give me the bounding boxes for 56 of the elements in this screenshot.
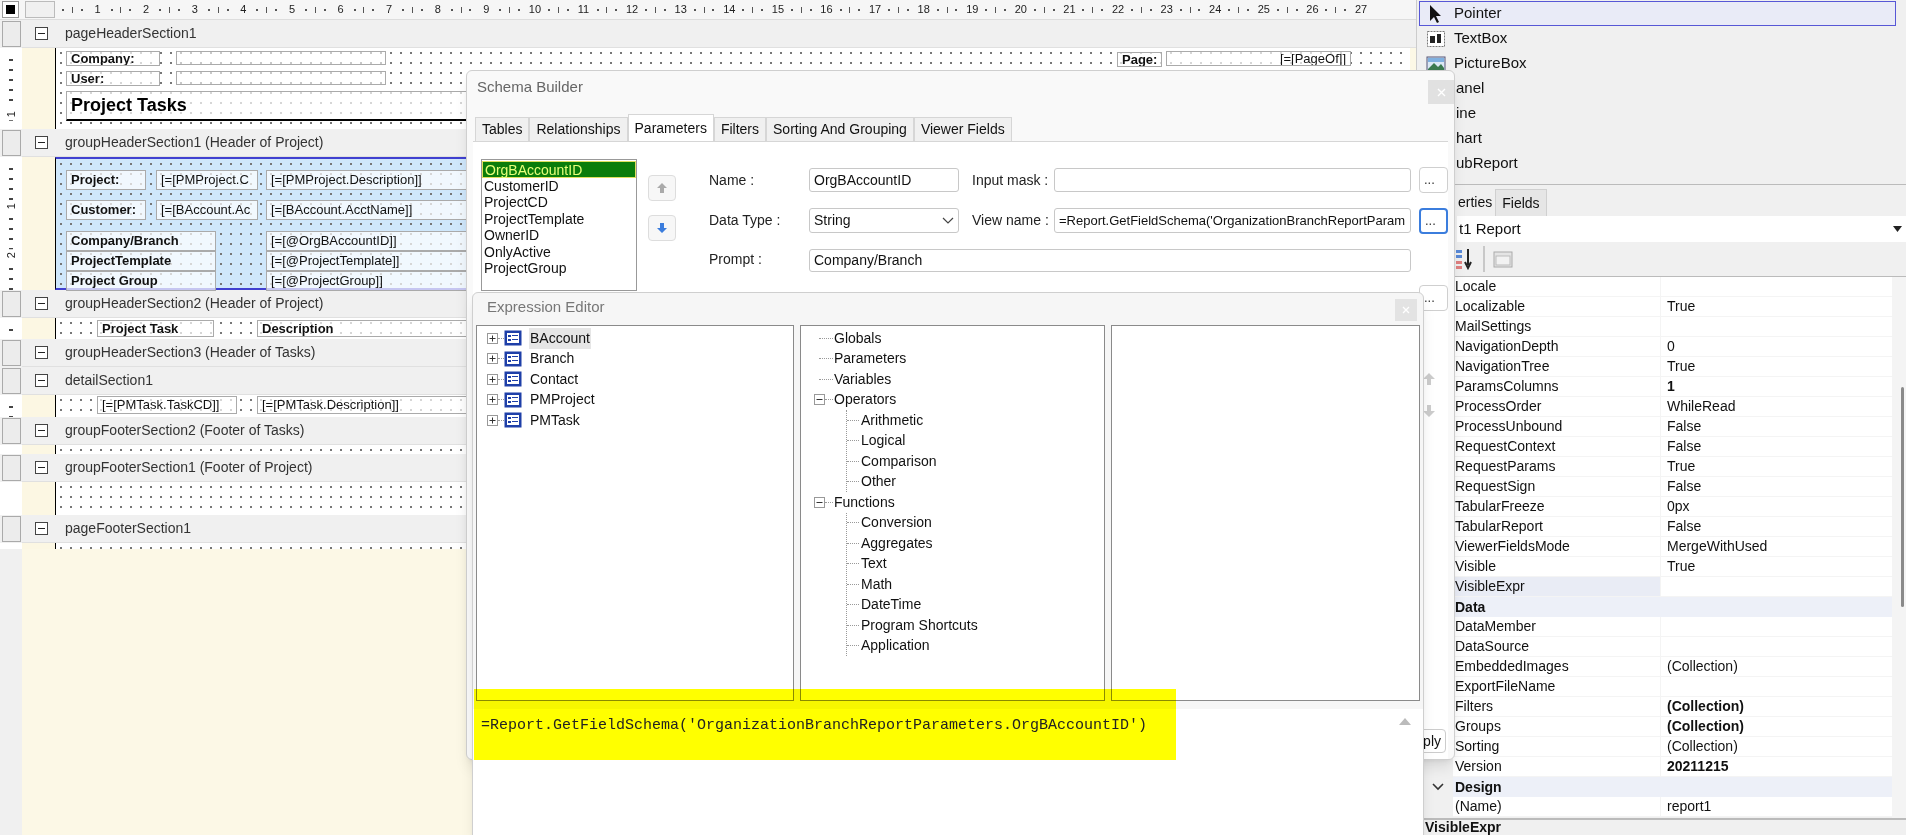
ruler-number: 20 bbox=[1013, 2, 1028, 18]
ruler-number: 2 bbox=[142, 2, 151, 18]
data-field: [=[PMProject.C bbox=[156, 170, 258, 190]
label-text: Customer: bbox=[66, 200, 146, 220]
ruler-number: 27 bbox=[1354, 2, 1368, 18]
label-text: ProjectTemplate bbox=[66, 251, 216, 271]
ruler-number: 18 bbox=[916, 2, 931, 18]
ruler-number: 16 bbox=[819, 2, 834, 18]
ruler-number: 17 bbox=[868, 2, 883, 18]
field-label: Input mask : bbox=[972, 170, 1050, 190]
label-text: Company/Branch bbox=[66, 231, 216, 251]
ruler-number: 11 bbox=[576, 2, 591, 18]
window-title: Expression Editor bbox=[487, 296, 606, 317]
ruler-number: 10 bbox=[527, 2, 542, 18]
section-title: detailSection1 bbox=[65, 371, 153, 390]
section-title: pageHeaderSection1 bbox=[65, 24, 197, 43]
label-text: Project: bbox=[66, 170, 146, 190]
label-text: Page: bbox=[1117, 52, 1162, 67]
ruler-number: 9 bbox=[482, 2, 491, 18]
field-label: Name : bbox=[709, 170, 756, 190]
ruler-number: 24 bbox=[1208, 2, 1223, 18]
section-title: groupFooterSection1 (Footer of Project) bbox=[65, 458, 313, 477]
section-title: pageFooterSection1 bbox=[65, 519, 192, 538]
section-title: groupHeaderSection1 (Header of Project) bbox=[65, 133, 324, 152]
section-title: groupHeaderSection2 (Header of Project) bbox=[65, 294, 324, 313]
ruler-number: 23 bbox=[1159, 2, 1174, 18]
label-text: Project Task bbox=[97, 320, 214, 337]
data-field: [=[PageOf]] bbox=[1166, 51, 1351, 66]
ruler-number: 5 bbox=[287, 2, 296, 18]
ruler-number: 7 bbox=[385, 2, 394, 18]
ruler-number: 14 bbox=[722, 2, 737, 18]
ruler-number: 3 bbox=[190, 2, 199, 18]
field-label: Data Type : bbox=[709, 211, 782, 230]
data-field: [=[PMTask.TaskCD]] bbox=[97, 396, 237, 414]
label-text: Company: bbox=[66, 51, 160, 66]
ruler-number: 26 bbox=[1305, 2, 1320, 18]
ruler-number: 4 bbox=[239, 2, 248, 18]
ruler-number: 22 bbox=[1111, 2, 1126, 18]
field-label: View name : bbox=[972, 211, 1050, 230]
section-title: groupFooterSection2 (Footer of Tasks) bbox=[65, 421, 305, 440]
ruler-number: 25 bbox=[1256, 2, 1271, 18]
field-label: Prompt : bbox=[709, 250, 763, 269]
ruler-number: 1 bbox=[93, 2, 102, 18]
label-text: Project Group bbox=[66, 271, 216, 291]
section-title: groupHeaderSection3 (Header of Tasks) bbox=[65, 343, 316, 362]
expression-text: =Report.GetFieldSchema('OrganizationBranchReportParameters.OrgBAccountID') bbox=[481, 716, 1148, 736]
ruler-number: 19 bbox=[965, 2, 980, 18]
label-text: User: bbox=[66, 71, 160, 86]
property-description: VisibleExpr bbox=[1425, 820, 1501, 835]
ruler-number: 21 bbox=[1062, 2, 1077, 18]
ruler-number: 15 bbox=[770, 2, 785, 18]
ruler-number: 13 bbox=[673, 2, 688, 18]
data-field: [=[BAccount.Ac bbox=[156, 200, 258, 220]
ruler-number: 6 bbox=[336, 2, 345, 18]
ruler-number: 12 bbox=[625, 2, 640, 18]
ruler-number: 8 bbox=[433, 2, 442, 18]
